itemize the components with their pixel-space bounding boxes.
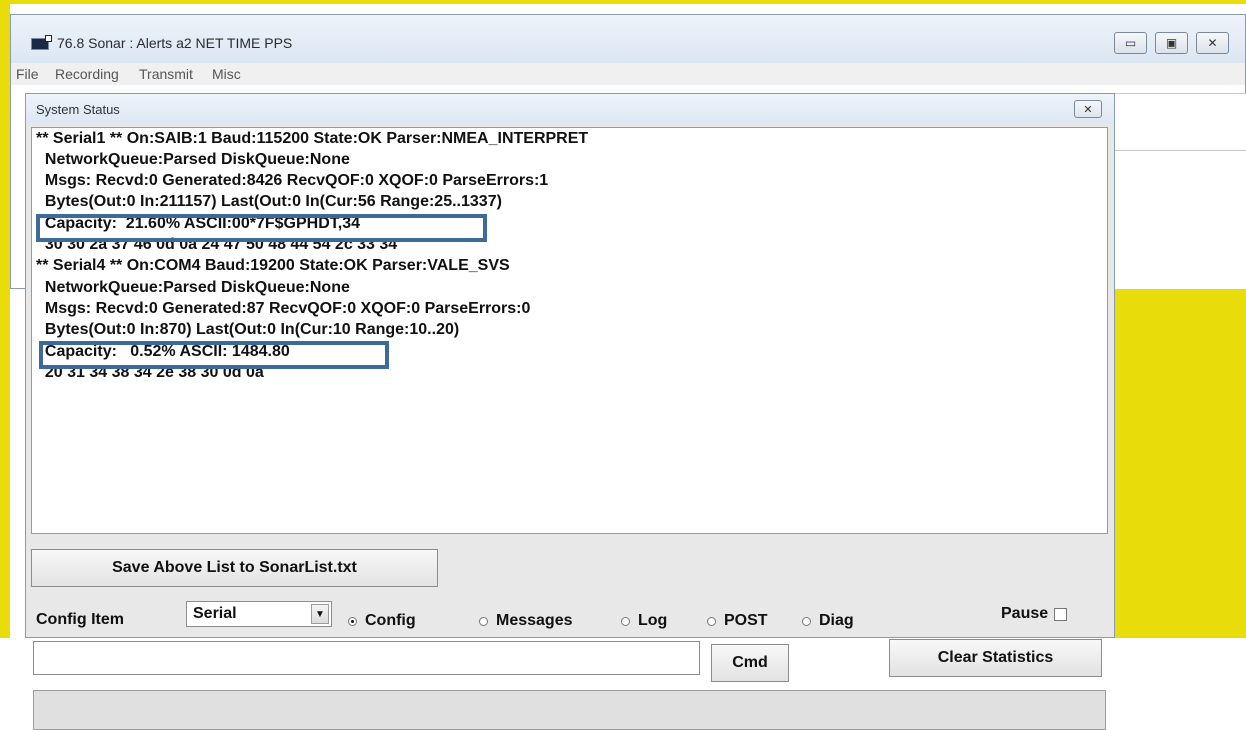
client-divider	[1115, 150, 1246, 151]
list-item: Msgs: Recvd:0 Generated:8426 RecvQOF:0 X…	[36, 172, 549, 189]
radio-config[interactable]: Config	[348, 612, 416, 630]
radio-selected-icon	[348, 616, 357, 626]
status-title: System Status	[36, 102, 120, 117]
system-status-dialog: System Status ✕ ** Serial1 ** On:SAIB:1 …	[25, 93, 1115, 730]
status-close-button[interactable]: ✕	[1074, 100, 1102, 118]
desktop-right-area	[1113, 288, 1246, 638]
desktop-left-strip	[0, 0, 10, 638]
clear-statistics-button[interactable]: Clear Statistics	[889, 639, 1102, 677]
config-item-select[interactable]: Serial ▼	[186, 601, 332, 627]
radio-icon	[479, 616, 488, 626]
desktop-top-strip	[0, 0, 1246, 4]
capacity-highlight-serial4	[39, 341, 389, 369]
status-bar	[33, 690, 1106, 730]
status-titlebar[interactable]: System Status ✕	[26, 94, 1114, 124]
save-list-button[interactable]: Save Above List to SonarList.txt	[31, 549, 438, 587]
menu-file[interactable]: File	[16, 66, 39, 82]
main-client-area	[1115, 93, 1246, 289]
list-item: Bytes(Out:0 In:211157) Last(Out:0 In(Cur…	[36, 193, 502, 210]
status-list[interactable]: ** Serial1 ** On:SAIB:1 Baud:115200 Stat…	[31, 127, 1108, 534]
radio-log[interactable]: Log	[621, 612, 667, 630]
select-value: Serial	[193, 605, 237, 622]
list-item: Msgs: Recvd:0 Generated:87 RecvQOF:0 XQO…	[36, 300, 531, 317]
radio-messages-label: Messages	[496, 612, 573, 629]
radio-icon	[802, 616, 811, 626]
main-titlebar[interactable]: 76.8 Sonar : Alerts a2 NET TIME PPS ▭ ▣ …	[11, 15, 1245, 63]
list-item: Bytes(Out:0 In:870) Last(Out:0 In(Cur:10…	[36, 321, 460, 338]
capacity-highlight-serial1	[36, 214, 487, 242]
list-item: ** Serial1 ** On:SAIB:1 Baud:115200 Stat…	[36, 130, 589, 147]
radio-diag-label: Diag	[819, 612, 854, 629]
menu-misc[interactable]: Misc	[212, 66, 241, 82]
radio-post[interactable]: POST	[707, 612, 768, 630]
menu-transmit[interactable]: Transmit	[139, 66, 193, 82]
window-controls: ▭ ▣ ✕	[1114, 32, 1229, 54]
cmd-button[interactable]: Cmd	[711, 644, 789, 682]
close-button[interactable]: ✕	[1196, 32, 1229, 54]
list-item: NetworkQueue:Parsed DiskQueue:None	[36, 279, 350, 296]
radio-diag[interactable]: Diag	[802, 612, 854, 630]
radio-config-label: Config	[365, 612, 416, 629]
radio-icon	[707, 616, 716, 626]
list-item: NetworkQueue:Parsed DiskQueue:None	[36, 151, 350, 168]
menubar: File Recording Transmit Misc	[11, 63, 1245, 85]
pause-toggle[interactable]: Pause	[1001, 605, 1068, 623]
menu-recording[interactable]: Recording	[55, 66, 119, 82]
maximize-button[interactable]: ▣	[1155, 32, 1188, 54]
radio-log-label: Log	[638, 612, 668, 629]
chevron-down-icon[interactable]: ▼	[311, 604, 329, 624]
pause-checkbox[interactable]	[1054, 607, 1068, 621]
radio-messages[interactable]: Messages	[479, 612, 573, 630]
pause-label: Pause	[1001, 605, 1049, 622]
config-item-label: Config Item	[36, 611, 124, 628]
radio-post-label: POST	[724, 612, 768, 629]
minimize-button[interactable]: ▭	[1114, 32, 1147, 54]
app-icon	[31, 35, 52, 50]
radio-icon	[621, 616, 630, 626]
command-input[interactable]	[33, 641, 700, 675]
window-title: 76.8 Sonar : Alerts a2 NET TIME PPS	[57, 35, 293, 51]
list-item: ** Serial4 ** On:COM4 Baud:19200 State:O…	[36, 257, 510, 274]
